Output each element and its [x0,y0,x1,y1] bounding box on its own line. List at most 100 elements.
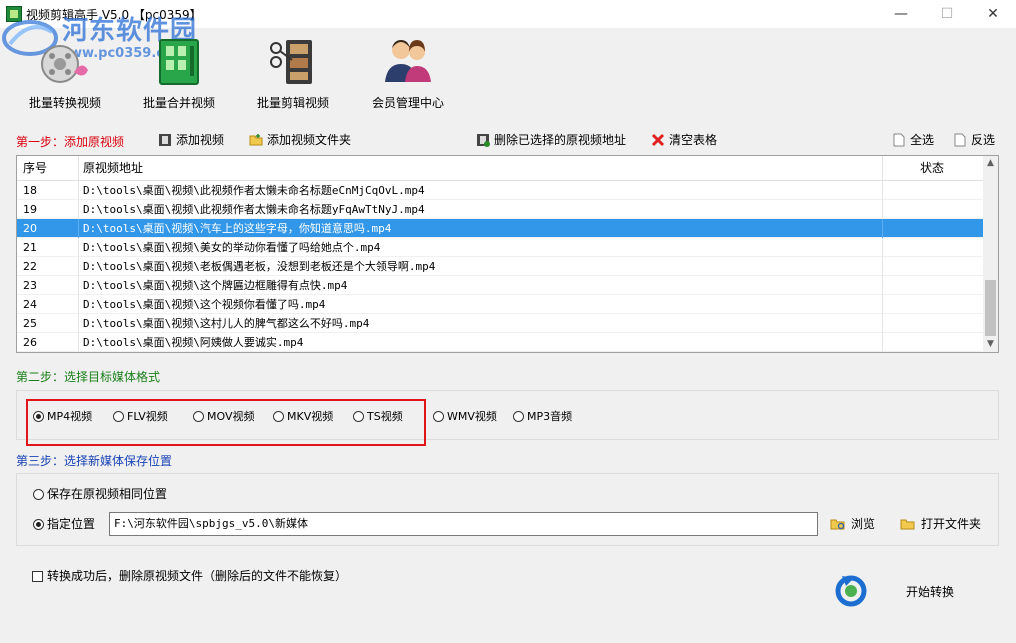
table-row[interactable]: 18 D:\tools\桌面\视频\此视频作者太懒未命名标题eCnMjCqOvL.… [17,181,983,200]
cell-divider [78,257,79,276]
column-divider [882,156,883,180]
document-icon [893,133,905,147]
row-path: D:\tools\桌面\视频\此视频作者太懒未命名标题eCnMjCqOvL.mp… [83,184,425,197]
invert-select-button[interactable]: 反选 [953,130,995,150]
delete-after-label: 转换成功后，删除原视频文件（删除后的文件不能恢复） [47,569,348,583]
batch-merge-label: 批量合并视频 [142,96,215,110]
cell-divider [78,295,79,314]
minimize-button[interactable]: — [878,0,924,28]
save-path-input[interactable]: F:\河东软件园\spbjgs_v5.0\新媒体 [109,512,818,536]
maximize-button[interactable]: ☐ [924,0,970,28]
cell-divider [882,276,883,295]
member-center-button[interactable]: 会员管理中心 [353,34,463,114]
batch-cut-button[interactable]: 批量剪辑视频 [238,34,348,114]
row-number: 23 [23,279,37,292]
radio-circle [33,519,44,530]
scroll-thumb[interactable] [985,280,996,336]
row-number: 18 [23,184,37,197]
delete-selected-button[interactable]: 删除已选择的原视频地址 [476,130,626,150]
row-number: 20 [23,222,37,235]
radio-circle [513,411,524,422]
table-row[interactable]: 21 D:\tools\桌面\视频\美女的举动你看懂了吗给她点个.mp4 [17,238,983,257]
row-number: 26 [23,336,37,349]
row-number: 21 [23,241,37,254]
folder-add-icon [249,134,263,146]
row-number: 24 [23,298,37,311]
step3-label: 第三步：选择新媒体保存位置 [16,454,173,468]
row-path: D:\tools\桌面\视频\这村儿人的脾气都这么不好吗.mp4 [83,317,370,330]
table-row[interactable]: 25 D:\tools\桌面\视频\这村儿人的脾气都这么不好吗.mp4 [17,314,983,333]
radio-circle [33,489,44,500]
cell-divider [78,333,79,352]
cell-divider [78,314,79,333]
format-option[interactable]: WMV视频 [433,409,497,425]
batch-merge-button[interactable]: 批量合并视频 [124,34,234,114]
row-path: D:\tools\桌面\视频\这个牌匾边框雕得有点快.mp4 [83,279,348,292]
open-folder-label: 打开文件夹 [921,517,982,531]
start-convert-button[interactable]: 开始转换 [834,572,974,612]
cell-divider [78,219,79,238]
format-option[interactable]: MP3音频 [513,409,572,425]
cut-video-icon [270,40,312,84]
merge-video-icon [159,39,199,85]
scroll-up-icon[interactable]: ▲ [983,156,998,171]
cell-divider [882,257,883,276]
open-folder-button[interactable]: 打开文件夹 [900,514,981,534]
red-x-icon [651,133,665,147]
format-label: WMV视频 [447,410,497,423]
radio-circle [433,411,444,422]
cell-divider [882,295,883,314]
clear-table-button[interactable]: 清空表格 [651,130,717,150]
column-divider [78,156,79,180]
add-folder-label: 添加视频文件夹 [267,133,352,147]
select-all-label: 全选 [910,133,935,147]
highlight-box [26,399,426,446]
column-status[interactable]: 状态 [920,156,944,180]
cell-divider [78,276,79,295]
cell-divider [882,219,883,238]
radio-custom-label: 指定位置 [47,517,96,531]
row-path: D:\tools\桌面\视频\此视频作者太懒未命名标题yFqAwTtNyJ.mp… [83,203,425,216]
table-row[interactable]: 24 D:\tools\桌面\视频\这个视频你看懂了吗.mp4 [17,295,983,314]
table-row[interactable]: 22 D:\tools\桌面\视频\老板偶遇老板，没想到老板还是个大领导啊.mp4 [17,257,983,276]
radio-same-location[interactable]: 保存在原视频相同位置 [33,486,167,502]
radio-same-label: 保存在原视频相同位置 [47,487,168,501]
add-video-label: 添加视频 [176,133,225,147]
member-center-label: 会员管理中心 [371,96,444,110]
table-row[interactable]: 26 D:\tools\桌面\视频\阿姨做人要诚实.mp4 [17,333,983,352]
row-path: D:\tools\桌面\视频\汽车上的这些字母，你知道意思吗.mp4 [83,222,392,235]
cell-divider [882,181,883,200]
row-number: 19 [23,203,37,216]
folder-search-icon [830,519,845,530]
select-all-button[interactable]: 全选 [892,130,934,150]
table-row[interactable]: 23 D:\tools\桌面\视频\这个牌匾边框雕得有点快.mp4 [17,276,983,295]
batch-convert-label: 批量转换视频 [28,96,101,110]
vertical-scrollbar[interactable]: ▲ ▼ [983,156,998,352]
video-table[interactable]: 序号 原视频地址 状态 18 D:\tools\桌面\视频\此视频作者太懒未命名标… [16,155,999,353]
row-path: D:\tools\桌面\视频\这个视频你看懂了吗.mp4 [83,298,326,311]
film-delete-icon [477,134,490,147]
radio-custom-location[interactable]: 指定位置 [33,516,95,532]
cell-divider [78,200,79,219]
cell-divider [882,333,883,352]
browse-label: 浏览 [851,517,876,531]
add-folder-button[interactable]: 添加视频文件夹 [249,130,351,150]
table-row[interactable]: 20 D:\tools\桌面\视频\汽车上的这些字母，你知道意思吗.mp4 [17,219,983,238]
row-number: 25 [23,317,37,330]
format-label: MP3音频 [527,410,573,423]
delete-after-checkbox[interactable]: 转换成功后，删除原视频文件（删除后的文件不能恢复） [32,567,347,584]
convert-video-icon [41,45,88,83]
step1-label: 第一步：添加原视频 [16,135,125,149]
scroll-down-icon[interactable]: ▼ [983,337,998,352]
browse-button[interactable]: 浏览 [830,514,875,534]
column-path[interactable]: 原视频地址 [83,156,143,180]
film-icon [159,134,171,146]
folder-icon [900,519,915,530]
table-row[interactable]: 19 D:\tools\桌面\视频\此视频作者太懒未命名标题yFqAwTtNyJ.… [17,200,983,219]
batch-convert-button[interactable]: 批量转换视频 [10,34,120,114]
cell-divider [882,314,883,333]
close-button[interactable]: ✕ [970,0,1016,28]
column-no[interactable]: 序号 [23,156,47,180]
cell-divider [78,181,79,200]
add-video-button[interactable]: 添加视频 [158,130,224,150]
